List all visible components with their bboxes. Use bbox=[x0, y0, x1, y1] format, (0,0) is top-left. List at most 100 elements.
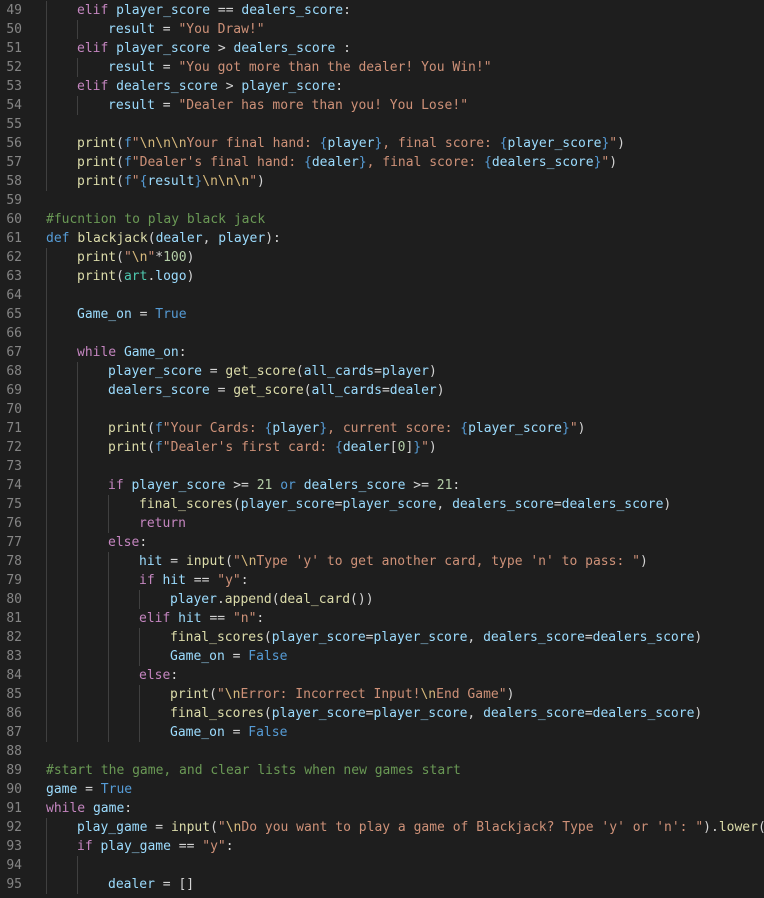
code-token: ). bbox=[703, 820, 719, 835]
code-line[interactable]: 55 bbox=[0, 115, 764, 134]
code-text: Game_on = True bbox=[77, 305, 187, 324]
code-token: == bbox=[170, 839, 203, 854]
line-number: 88 bbox=[6, 744, 22, 759]
code-line[interactable]: 60 #fucntion to play black jack bbox=[0, 210, 764, 229]
code-token: True bbox=[155, 307, 187, 322]
code-line[interactable]: 93 if play_game == "y": bbox=[0, 837, 764, 856]
code-token: " bbox=[131, 174, 140, 189]
code-line[interactable]: 57 print(f"Dealer's final hand: {dealer},… bbox=[0, 153, 764, 172]
code-text: print("\n"*100) bbox=[77, 248, 194, 267]
code-line[interactable]: 53 elif dealers_score > player_score: bbox=[0, 77, 764, 96]
code-line[interactable]: 91 while game: bbox=[0, 799, 764, 818]
code-token: == bbox=[185, 573, 218, 588]
code-token: elif bbox=[139, 611, 171, 626]
code-line[interactable]: 92 play_game = input("\nDo you want to pl… bbox=[0, 818, 764, 837]
code-line[interactable]: 52 result = "You got more than the dealer… bbox=[0, 58, 764, 77]
code-line[interactable]: 94 bbox=[0, 856, 764, 875]
indent-guide bbox=[77, 609, 78, 628]
code-line[interactable]: 85 print("\nError: Incorrect Input!\nEnd … bbox=[0, 685, 764, 704]
code-line[interactable]: 75 final_scores(player_score=player_score… bbox=[0, 495, 764, 514]
code-token: : bbox=[343, 3, 351, 18]
code-line[interactable]: 80 player.append(deal_card()) bbox=[0, 590, 764, 609]
code-token: ()) bbox=[350, 592, 374, 607]
code-line[interactable]: 56 print(f"\n\n\nYour final hand: {player… bbox=[0, 134, 764, 153]
code-line[interactable]: 76 return bbox=[0, 514, 764, 533]
code-line[interactable]: 51 elif player_score > dealers_score : bbox=[0, 39, 764, 58]
code-line[interactable]: 83 Game_on = False bbox=[0, 647, 764, 666]
code-line[interactable]: 66 bbox=[0, 324, 764, 343]
code-line[interactable]: 54 result = "Dealer has more than you! Yo… bbox=[0, 96, 764, 115]
code-line[interactable]: 50 result = "You Draw!" bbox=[0, 20, 764, 39]
code-token: while bbox=[77, 345, 117, 360]
code-line[interactable]: 61 def blackjack(dealer, player): bbox=[0, 229, 764, 248]
code-editor[interactable]: 49 elif player_score == dealers_score: 50 r… bbox=[0, 1, 764, 898]
code-token: ( bbox=[116, 155, 124, 170]
indent-guide bbox=[46, 476, 47, 495]
code-token: , final score: bbox=[382, 136, 500, 151]
line-number: 92 bbox=[6, 820, 22, 835]
indent-guide bbox=[77, 438, 78, 457]
code-line[interactable]: 49 elif player_score == dealers_score: bbox=[0, 1, 764, 20]
code-token: ( bbox=[116, 250, 124, 265]
line-number: 79 bbox=[6, 573, 22, 588]
code-token: ( bbox=[116, 269, 124, 284]
line-number: 81 bbox=[6, 611, 22, 626]
code-line[interactable]: 64 bbox=[0, 286, 764, 305]
code-token: 21 bbox=[256, 478, 273, 493]
code-token: else bbox=[139, 668, 171, 683]
code-token: \n\n\n bbox=[202, 174, 250, 189]
line-number: 50 bbox=[6, 22, 22, 37]
code-token: player_score bbox=[373, 706, 468, 721]
code-token: { bbox=[303, 155, 312, 170]
code-line[interactable]: 90 game = True bbox=[0, 780, 764, 799]
indent-guide bbox=[46, 856, 47, 875]
code-token: while bbox=[46, 801, 86, 816]
code-line[interactable]: 78 hit = input("\nType 'y' to get another… bbox=[0, 552, 764, 571]
code-line[interactable]: 88 bbox=[0, 742, 764, 761]
code-line[interactable]: 72 print(f"Dealer's first card: {dealer[0… bbox=[0, 438, 764, 457]
code-text: result = "You Draw!" bbox=[108, 20, 265, 39]
code-token: Error: Incorrect Input! bbox=[240, 687, 421, 702]
code-line[interactable]: 73 bbox=[0, 457, 764, 476]
indent-guide bbox=[139, 685, 140, 704]
code-token: dealers_score bbox=[592, 630, 695, 645]
code-line[interactable]: 69 dealers_score = get_score(all_cards=de… bbox=[0, 381, 764, 400]
code-text: print(f"Dealer's final hand: {dealer}, f… bbox=[77, 153, 617, 172]
code-line[interactable]: 62 print("\n"*100) bbox=[0, 248, 764, 267]
code-line[interactable]: 84 else: bbox=[0, 666, 764, 685]
code-token: "y" bbox=[202, 839, 226, 854]
code-line[interactable]: 86 final_scores(player_score=player_score… bbox=[0, 704, 764, 723]
code-line[interactable]: 71 print(f"Your Cards: {player}, current … bbox=[0, 419, 764, 438]
line-number: 67 bbox=[6, 345, 22, 360]
code-line[interactable]: 79 if hit == "y": bbox=[0, 571, 764, 590]
code-token: True bbox=[100, 782, 133, 797]
code-line[interactable]: 81 elif hit == "n": bbox=[0, 609, 764, 628]
code-line[interactable]: 65 Game_on = True bbox=[0, 305, 764, 324]
code-line[interactable]: 59 bbox=[0, 191, 764, 210]
code-line[interactable]: 82 final_scores(player_score=player_score… bbox=[0, 628, 764, 647]
code-token: = bbox=[365, 630, 374, 645]
code-line[interactable]: 89 #start the game, and clear lists when … bbox=[0, 761, 764, 780]
code-token: print bbox=[77, 136, 117, 151]
code-token: " bbox=[569, 421, 578, 436]
code-token: #fucntion to play black jack bbox=[46, 212, 266, 227]
code-line[interactable]: 67 while Game_on: bbox=[0, 343, 764, 362]
indent-guide bbox=[77, 514, 78, 533]
code-line[interactable]: 87 Game_on = False bbox=[0, 723, 764, 742]
code-token: = bbox=[334, 497, 343, 512]
code-token: ) bbox=[186, 269, 195, 284]
code-token: = bbox=[365, 706, 374, 721]
code-token: = bbox=[154, 22, 179, 37]
code-line[interactable]: 68 player_score = get_score(all_cards=pla… bbox=[0, 362, 764, 381]
code-token: { bbox=[499, 136, 508, 151]
code-line[interactable]: 70 bbox=[0, 400, 764, 419]
code-line[interactable]: 95 dealer = [] bbox=[0, 875, 764, 894]
code-line[interactable]: 77 else: bbox=[0, 533, 764, 552]
indent-guide bbox=[46, 666, 47, 685]
code-line[interactable]: 63 print(art.logo) bbox=[0, 267, 764, 286]
code-line[interactable]: 74 if player_score >= 21 or dealers_score… bbox=[0, 476, 764, 495]
code-token: dealers_score bbox=[233, 41, 336, 56]
code-line[interactable]: 58 print(f"{result}\n\n\n") bbox=[0, 172, 764, 191]
